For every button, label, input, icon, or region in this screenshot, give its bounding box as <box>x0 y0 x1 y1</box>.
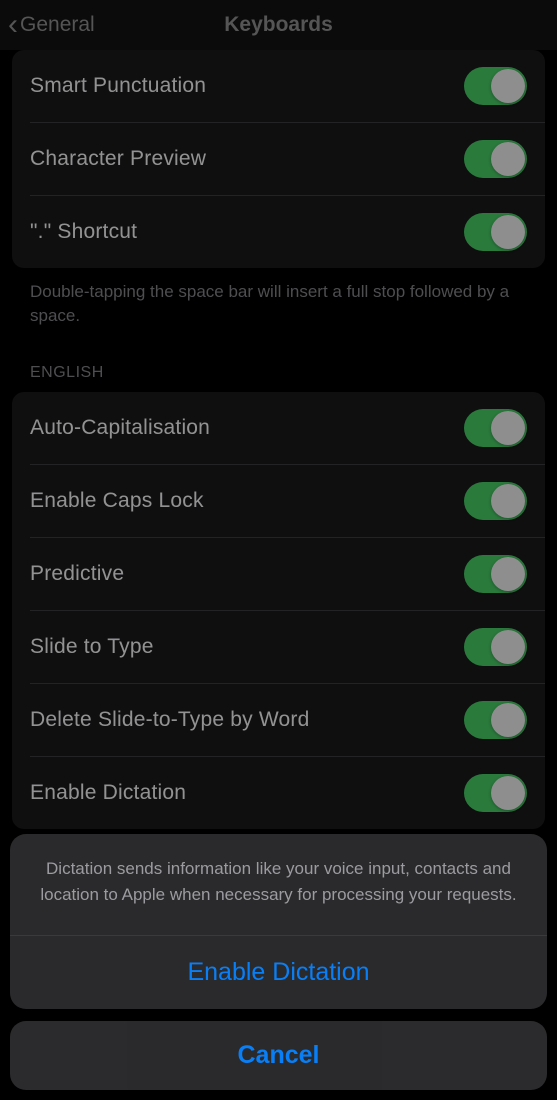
section-footer: Double-tapping the space bar will insert… <box>12 268 545 352</box>
setting-label: Delete Slide-to-Type by Word <box>30 708 310 732</box>
settings-group-1: Smart Punctuation Character Preview "." … <box>12 50 545 268</box>
action-sheet-message: Dictation sends information like your vo… <box>10 834 547 936</box>
setting-label: Enable Caps Lock <box>30 489 204 513</box>
back-label: General <box>20 13 95 37</box>
cancel-card: Cancel <box>10 1021 547 1090</box>
action-sheet: Dictation sends information like your vo… <box>10 834 547 1090</box>
enable-dictation-button[interactable]: Enable Dictation <box>10 936 547 1009</box>
navigation-bar: ‹ General Keyboards <box>0 0 557 50</box>
setting-auto-capitalisation: Auto-Capitalisation <box>12 392 545 464</box>
setting-label: "." Shortcut <box>30 220 137 244</box>
toggle-delete-slide-by-word[interactable] <box>464 701 527 739</box>
setting-delete-slide-by-word: Delete Slide-to-Type by Word <box>12 684 545 756</box>
toggle-auto-capitalisation[interactable] <box>464 409 527 447</box>
toggle-character-preview[interactable] <box>464 140 527 178</box>
toggle-slide-to-type[interactable] <box>464 628 527 666</box>
page-title: Keyboards <box>224 13 333 37</box>
setting-enable-caps-lock: Enable Caps Lock <box>12 465 545 537</box>
setting-predictive: Predictive <box>12 538 545 610</box>
setting-smart-punctuation: Smart Punctuation <box>12 50 545 122</box>
toggle-enable-dictation[interactable] <box>464 774 527 812</box>
section-header-english: ENGLISH <box>12 352 545 392</box>
setting-period-shortcut: "." Shortcut <box>12 196 545 268</box>
back-button[interactable]: ‹ General <box>8 10 95 40</box>
chevron-left-icon: ‹ <box>8 10 18 40</box>
toggle-enable-caps-lock[interactable] <box>464 482 527 520</box>
toggle-predictive[interactable] <box>464 555 527 593</box>
setting-enable-dictation: Enable Dictation <box>12 757 545 829</box>
settings-group-english: Auto-Capitalisation Enable Caps Lock Pre… <box>12 392 545 829</box>
setting-label: Character Preview <box>30 147 206 171</box>
setting-label: Enable Dictation <box>30 781 186 805</box>
setting-slide-to-type: Slide to Type <box>12 611 545 683</box>
setting-label: Smart Punctuation <box>30 74 206 98</box>
toggle-period-shortcut[interactable] <box>464 213 527 251</box>
setting-character-preview: Character Preview <box>12 123 545 195</box>
cancel-button[interactable]: Cancel <box>10 1021 547 1090</box>
toggle-smart-punctuation[interactable] <box>464 67 527 105</box>
setting-label: Slide to Type <box>30 635 154 659</box>
setting-label: Predictive <box>30 562 124 586</box>
setting-label: Auto-Capitalisation <box>30 416 210 440</box>
action-sheet-card: Dictation sends information like your vo… <box>10 834 547 1009</box>
